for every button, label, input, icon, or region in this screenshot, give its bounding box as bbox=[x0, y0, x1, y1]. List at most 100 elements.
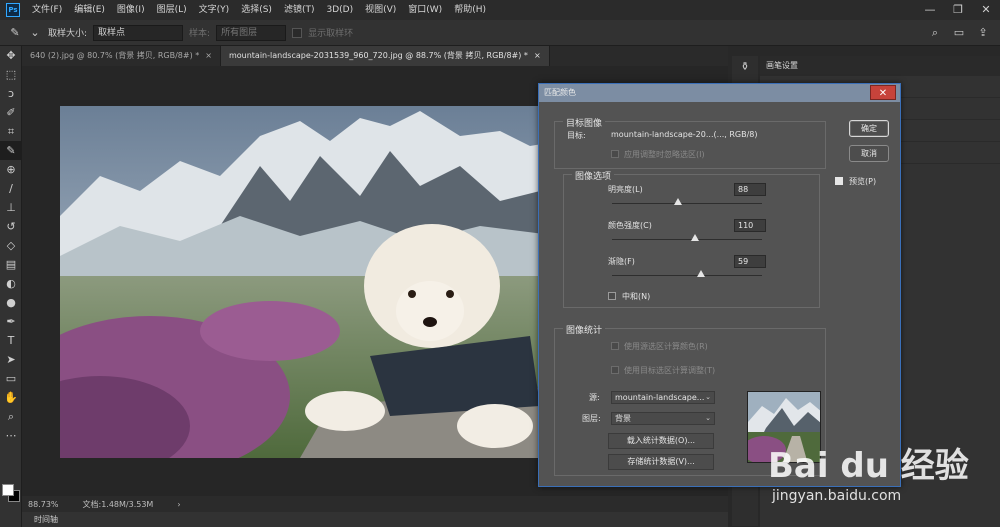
neutralize-label: 中和(N) bbox=[622, 292, 651, 301]
pen-tool-icon[interactable]: ✒ bbox=[0, 312, 22, 331]
menu-image[interactable]: 图像(I) bbox=[111, 0, 151, 20]
image-statistics-title: 图像统计 bbox=[563, 323, 606, 336]
status-bar: 88.73% 文档:1.48M/3.53M › bbox=[22, 496, 728, 512]
menu-help[interactable]: 帮助(H) bbox=[448, 0, 492, 20]
path-select-tool-icon[interactable]: ➤ bbox=[0, 350, 22, 369]
close-icon[interactable]: × bbox=[205, 46, 212, 66]
menu-file[interactable]: 文件(F) bbox=[26, 0, 68, 20]
menu-edit[interactable]: 编辑(E) bbox=[68, 0, 111, 20]
sample-size-select[interactable]: 取样点 bbox=[93, 24, 184, 41]
luminance-label: 明亮度(L) bbox=[608, 185, 643, 194]
sample-select[interactable]: 所有图层 bbox=[216, 24, 287, 41]
layer-value: 背景 bbox=[615, 414, 631, 423]
tools-panel: ✥ ⬚ ↄ ✐ ⌗ ✎ ⊕ ∕ ⊥ ↺ ◇ ▤ ◐ ● ✒ T ➤ ▭ ✋ ⌕ … bbox=[0, 46, 22, 527]
neutralize-checkbox[interactable] bbox=[608, 292, 616, 300]
ok-button[interactable]: 确定 bbox=[849, 120, 889, 137]
type-tool-icon[interactable]: T bbox=[0, 331, 22, 350]
crop-tool-icon[interactable]: ⌗ bbox=[0, 122, 22, 141]
target-value: mountain-landscape-20...(..., RGB/8) bbox=[611, 130, 758, 139]
workspace-icon[interactable]: ▭ bbox=[952, 26, 966, 40]
close-window-button[interactable]: ✕ bbox=[972, 0, 1000, 20]
cancel-button[interactable]: 取消 bbox=[849, 145, 889, 162]
move-tool-icon[interactable]: ✥ bbox=[0, 46, 22, 65]
target-label: 目标: bbox=[567, 131, 586, 140]
document-size: 文档:1.48M/3.53M bbox=[82, 499, 154, 509]
intensity-slider-handle[interactable] bbox=[690, 234, 699, 241]
dialog-titlebar[interactable]: 匹配颜色 ✕ bbox=[539, 84, 900, 102]
luminance-slider-handle[interactable] bbox=[674, 198, 682, 205]
layer-label: 图层: bbox=[582, 414, 601, 423]
status-arrow-icon[interactable]: › bbox=[177, 500, 180, 509]
close-icon[interactable]: × bbox=[534, 46, 541, 66]
source-dropdown[interactable]: mountain-landscape... ⌄ bbox=[611, 391, 715, 404]
blur-tool-icon[interactable]: ◐ bbox=[0, 274, 22, 293]
menu-select[interactable]: 选择(S) bbox=[235, 0, 278, 20]
fade-input[interactable]: 59 bbox=[734, 255, 766, 268]
zoom-tool-icon[interactable]: ⌕ bbox=[0, 407, 22, 426]
use-source-selection-checkbox[interactable] bbox=[611, 342, 619, 350]
hand-tool-icon[interactable]: ✋ bbox=[0, 388, 22, 407]
gradient-tool-icon[interactable]: ▤ bbox=[0, 255, 22, 274]
stamp-tool-icon[interactable]: ⊥ bbox=[0, 198, 22, 217]
document-image[interactable] bbox=[60, 106, 560, 458]
chevron-down-icon[interactable]: ⌄ bbox=[28, 26, 42, 40]
save-statistics-button[interactable]: 存储统计数据(V)... bbox=[608, 454, 714, 470]
sample-size-label: 取样大小: bbox=[48, 29, 88, 39]
load-statistics-button[interactable]: 载入统计数据(O)... bbox=[608, 433, 714, 449]
intensity-input[interactable]: 110 bbox=[734, 219, 766, 232]
watermark-brand: Bai du 经验 bbox=[768, 446, 969, 486]
source-value: mountain-landscape... bbox=[615, 393, 705, 402]
more-tools-icon[interactable]: ⋯ bbox=[0, 426, 22, 445]
eyedropper-tool-icon[interactable]: ✎ bbox=[0, 141, 22, 160]
eraser-tool-icon[interactable]: ◇ bbox=[0, 236, 22, 255]
timeline-panel-tab[interactable]: 时间轴 bbox=[22, 512, 728, 527]
share-icon[interactable]: ⇪ bbox=[976, 26, 990, 40]
use-target-selection-checkbox[interactable] bbox=[611, 366, 619, 374]
luminance-input[interactable]: 88 bbox=[734, 183, 766, 196]
minimize-button[interactable]: — bbox=[916, 0, 944, 20]
shape-tool-icon[interactable]: ▭ bbox=[0, 369, 22, 388]
brush-settings-icon[interactable]: ⚱ bbox=[732, 56, 758, 78]
target-image-title: 目标图像 bbox=[563, 116, 606, 129]
luminance-track[interactable] bbox=[612, 203, 762, 204]
image-options-group: 图像选项 明亮度(L) 88 颜色强度(C) 110 渐隐(F) 59 中和(N… bbox=[563, 169, 820, 308]
options-right: ⌕ ▭ ⇪ bbox=[928, 26, 1000, 40]
foreground-color-swatch[interactable] bbox=[2, 484, 14, 496]
layer-dropdown[interactable]: 背景 ⌄ bbox=[611, 412, 715, 425]
intensity-track[interactable] bbox=[612, 239, 762, 240]
dodge-tool-icon[interactable]: ● bbox=[0, 293, 22, 312]
brush-tool-icon[interactable]: ∕ bbox=[0, 179, 22, 198]
show-ring-label: 显示取样环 bbox=[308, 29, 354, 39]
fade-track[interactable] bbox=[612, 275, 762, 276]
menu-filter[interactable]: 滤镜(T) bbox=[278, 0, 321, 20]
tab-label: 640 (2).jpg @ 80.7% (背景 拷贝, RGB/8#) * bbox=[30, 51, 200, 60]
brush-settings-tab[interactable]: 画笔设置 bbox=[766, 61, 798, 70]
zoom-level[interactable]: 88.73% bbox=[28, 500, 59, 509]
menu-window[interactable]: 窗口(W) bbox=[402, 0, 448, 20]
menu-view[interactable]: 视图(V) bbox=[359, 0, 402, 20]
search-icon[interactable]: ⌕ bbox=[928, 26, 942, 40]
tab-mountain-image[interactable]: mountain-landscape-2031539_960_720.jpg @… bbox=[220, 46, 550, 66]
eyedropper-icon[interactable]: ✎ bbox=[8, 26, 22, 40]
landscape-photo bbox=[60, 106, 560, 458]
tab-dog-image[interactable]: 640 (2).jpg @ 80.7% (背景 拷贝, RGB/8#) * × bbox=[22, 46, 221, 66]
marquee-tool-icon[interactable]: ⬚ bbox=[0, 65, 22, 84]
sample-label: 样本: bbox=[189, 29, 211, 39]
app-logo: Ps bbox=[6, 3, 20, 17]
watermark-url: jingyan.baidu.com bbox=[772, 488, 902, 504]
chevron-down-icon: ⌄ bbox=[705, 393, 711, 401]
fade-slider-handle[interactable] bbox=[696, 270, 705, 277]
preview-checkbox[interactable] bbox=[835, 177, 843, 185]
dialog-close-button[interactable]: ✕ bbox=[870, 85, 896, 100]
maximize-button[interactable]: ❐ bbox=[944, 0, 972, 20]
menu-layer[interactable]: 图层(L) bbox=[151, 0, 193, 20]
menu-3d[interactable]: 3D(D) bbox=[320, 0, 359, 20]
lasso-tool-icon[interactable]: ↄ bbox=[0, 84, 22, 103]
show-ring-checkbox[interactable] bbox=[292, 27, 303, 38]
menu-type[interactable]: 文字(Y) bbox=[193, 0, 236, 20]
ignore-selection-checkbox[interactable] bbox=[611, 150, 619, 158]
history-brush-tool-icon[interactable]: ↺ bbox=[0, 217, 22, 236]
quick-select-tool-icon[interactable]: ✐ bbox=[0, 103, 22, 122]
healing-tool-icon[interactable]: ⊕ bbox=[0, 160, 22, 179]
window-controls: — ❐ ✕ bbox=[916, 0, 1000, 20]
